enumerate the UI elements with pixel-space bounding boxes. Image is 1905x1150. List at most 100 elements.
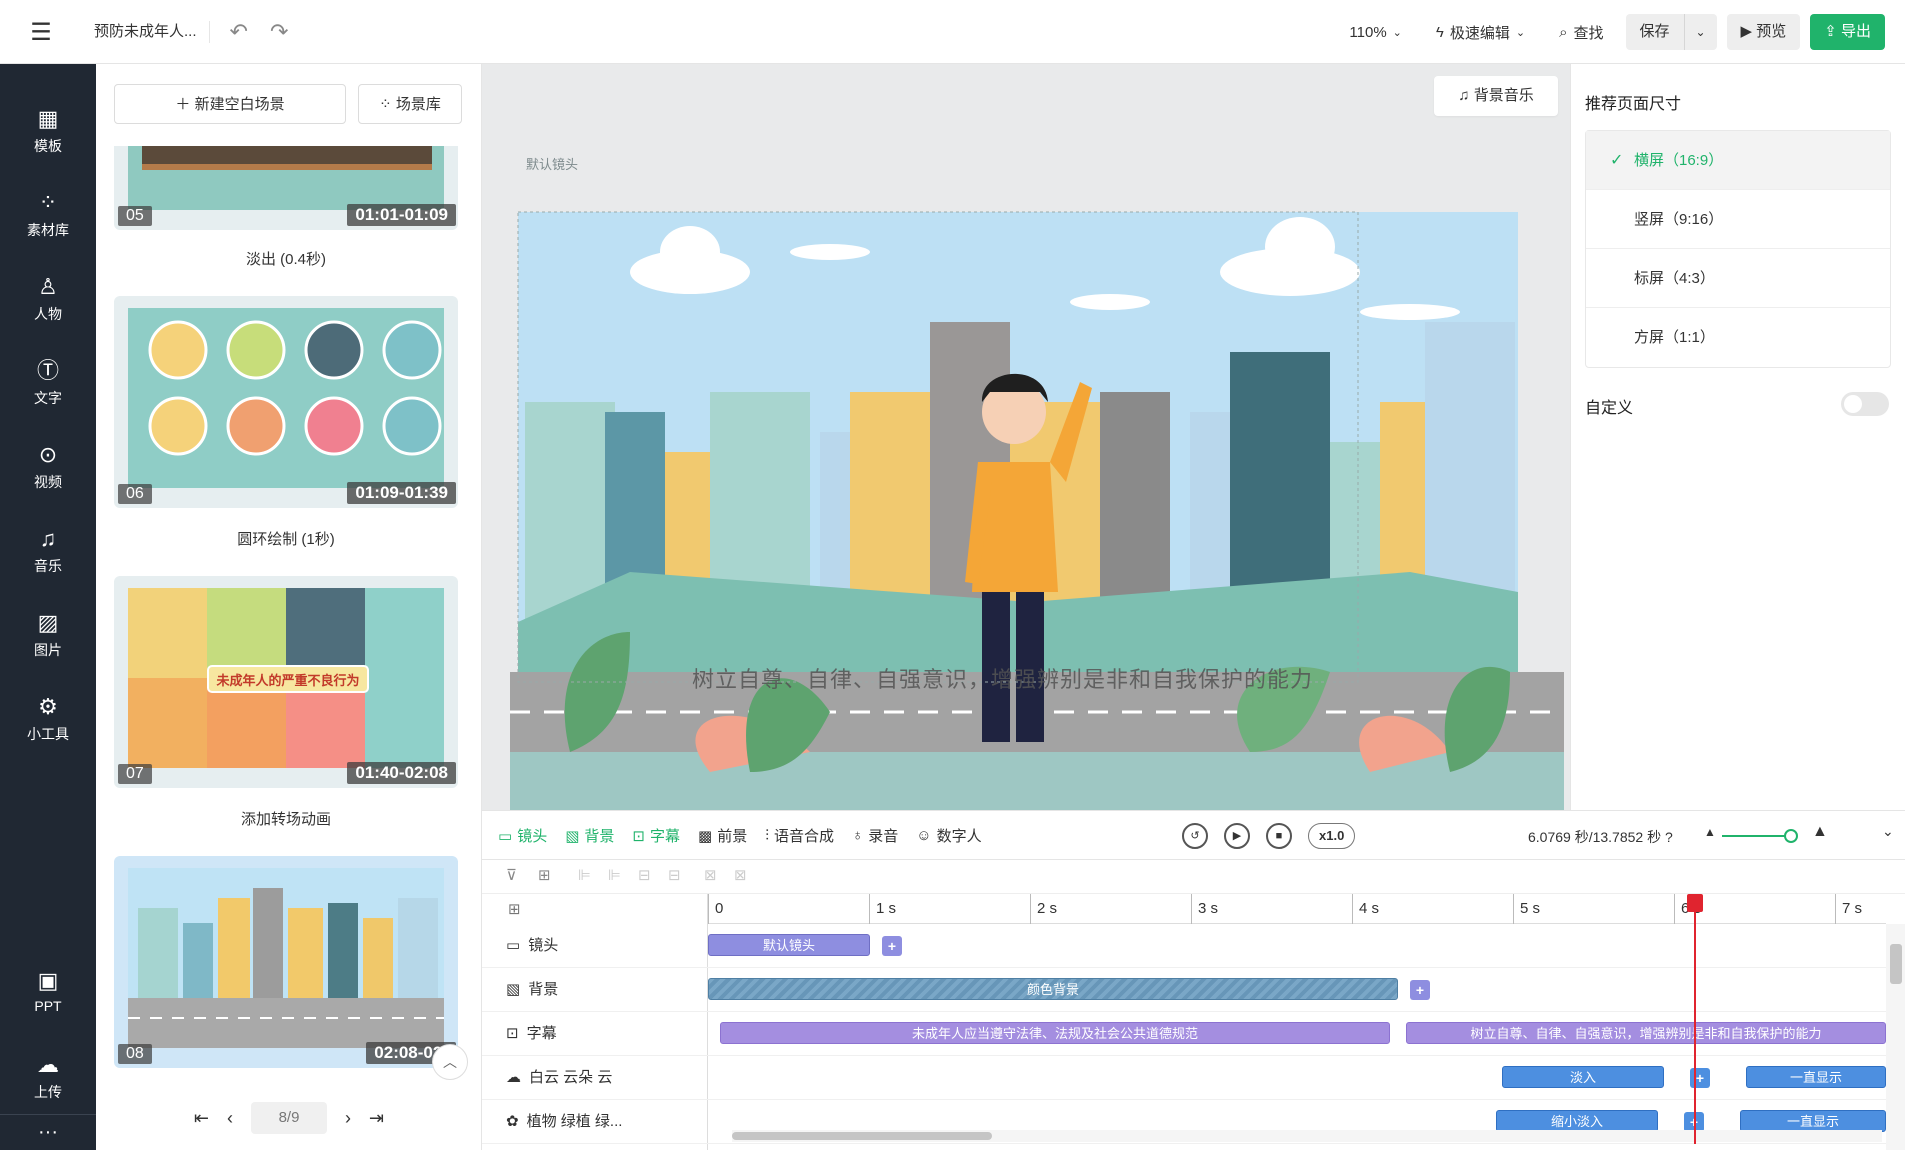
sidebar-item-template[interactable]: ▦ 模板 xyxy=(0,106,96,156)
speed-button[interactable]: x1.0 xyxy=(1308,823,1356,849)
ruler-tick: 2 s xyxy=(1030,894,1057,924)
filter-icon[interactable]: ⊽ xyxy=(506,866,517,884)
scene-illustration xyxy=(510,152,1564,810)
tab-subtitle[interactable]: ⊡ 字幕 xyxy=(632,825,680,846)
play-icon: ▶ xyxy=(1740,23,1757,40)
tab-camera[interactable]: ▭ 镜头 xyxy=(498,825,547,846)
scroll-top-button[interactable]: ︿ xyxy=(432,1044,468,1080)
transition-label[interactable]: 淡出 (0.4秒) xyxy=(114,248,458,269)
unlink-icon[interactable]: ⊠ xyxy=(734,866,747,884)
animation-segment[interactable]: 一直显示 xyxy=(1746,1066,1886,1088)
animation-segment[interactable]: 淡入 xyxy=(1502,1066,1664,1088)
tab-background[interactable]: ▧ 背景 xyxy=(565,825,614,846)
add-segment-button[interactable]: + xyxy=(882,936,902,956)
tab-record[interactable]: ♁ 录音 xyxy=(852,825,898,846)
scene-card-06[interactable]: 06 01:09-01:39 xyxy=(114,296,458,508)
collapse-icon[interactable]: ⌄ xyxy=(1882,823,1894,840)
first-page-icon[interactable]: ⇤ xyxy=(194,1108,209,1129)
undo-icon[interactable]: ↶ xyxy=(230,19,248,45)
animation-segment[interactable]: 一直显示 xyxy=(1740,1110,1886,1132)
scene-card-07[interactable]: 未成年人的严重不良行为 07 01:40-02:08 xyxy=(114,576,458,788)
time-ruler[interactable]: 0 1 s 2 s 3 s 4 s 5 s 6 s 7 s xyxy=(708,894,1886,924)
animation-segment[interactable]: 缩小淡入 xyxy=(1496,1110,1658,1132)
tab-foreground[interactable]: ▩ 前景 xyxy=(698,825,747,846)
sidebar-item-assets[interactable]: ⁘ 素材库 xyxy=(0,190,96,240)
scrollbar-thumb[interactable] xyxy=(1890,944,1902,984)
prev-page-icon[interactable]: ‹ xyxy=(227,1108,233,1129)
size-option-landscape[interactable]: ✓ 横屏（16:9） xyxy=(1586,131,1890,190)
scene-card-08[interactable]: 08 02:08-02: xyxy=(114,856,458,1068)
sidebar-item-upload[interactable]: ☁ 上传 xyxy=(0,1052,96,1102)
tab-tts[interactable]: ⫶ 语音合成 xyxy=(765,825,834,846)
tracks-icon[interactable]: ⊞ xyxy=(508,900,521,918)
edit-mode-dropdown[interactable]: ϟ 极速编辑 ⌄ xyxy=(1424,22,1537,43)
scrollbar-thumb[interactable] xyxy=(732,1132,992,1140)
group-icon[interactable]: ⊞ xyxy=(538,866,551,884)
align-left-icon[interactable]: ⊫ xyxy=(578,866,591,884)
redo-icon[interactable]: ↷ xyxy=(270,19,288,45)
scene-pager: ⇤ ‹ 8/9 › ⇥ xyxy=(96,1102,482,1134)
sidebar-item-music[interactable]: ♫ 音乐 xyxy=(0,526,96,576)
equalize-icon[interactable]: ⊟ xyxy=(668,866,681,884)
tab-digital-human[interactable]: ☺ 数字人 xyxy=(916,825,981,846)
track-label: ☁ 白云 云朵 云 xyxy=(506,1056,612,1100)
horizontal-scrollbar[interactable] xyxy=(732,1130,1882,1142)
timeline-toolbar: ▭ 镜头 ▧ 背景 ⊡ 字幕 ▩ 前景 ⫶ 语音合成 ♁ 录音 ☺ 数字人 ↺ ▶ ■ x1.… xyxy=(482,810,1905,860)
camera-icon: ▭ xyxy=(506,937,521,954)
transition-label[interactable]: 添加转场动画 xyxy=(114,808,458,829)
stage-canvas[interactable] xyxy=(510,152,1564,810)
playhead-handle[interactable] xyxy=(1687,894,1703,912)
next-page-icon[interactable]: › xyxy=(345,1108,351,1129)
replay-icon[interactable]: ↺ xyxy=(1182,823,1208,849)
menu-icon[interactable]: ☰ xyxy=(0,0,82,64)
find-button[interactable]: ⌕ 查找 xyxy=(1547,22,1615,43)
document-title[interactable]: 预防未成年人... xyxy=(82,21,210,43)
playhead[interactable] xyxy=(1687,894,1703,1144)
export-button[interactable]: ⇪ 导出 xyxy=(1810,14,1885,50)
stop-icon[interactable]: ■ xyxy=(1266,823,1292,849)
timeline-zoom-slider[interactable] xyxy=(1722,829,1798,843)
zoom-dropdown[interactable]: 110% ⌄ xyxy=(1337,24,1413,41)
distribute-icon[interactable]: ⊟ xyxy=(638,866,651,884)
size-option-square[interactable]: 方屏（1:1） xyxy=(1586,308,1890,367)
vertical-scrollbar[interactable] xyxy=(1886,924,1905,1150)
sidebar-item-person[interactable]: ♙ 人物 xyxy=(0,274,96,324)
link-icon[interactable]: ⊠ xyxy=(704,866,717,884)
custom-size-toggle[interactable] xyxy=(1841,392,1889,416)
background-segment[interactable]: 颜色背景 xyxy=(708,978,1398,1000)
scene-card-05[interactable]: 05 01:01-01:09 xyxy=(114,146,458,230)
save-dropdown-icon[interactable]: ⌄ xyxy=(1685,14,1717,50)
sidebar-item-text[interactable]: Ⓣ 文字 xyxy=(0,358,96,408)
align-right-icon[interactable]: ⊫ xyxy=(608,866,621,884)
sidebar-item-video[interactable]: ⊙ 视频 xyxy=(0,442,96,492)
slider-handle[interactable] xyxy=(1784,829,1798,843)
assets-icon: ⁘ xyxy=(38,190,58,215)
background-music-button[interactable]: ♫ 背景音乐 xyxy=(1434,76,1558,116)
help-icon[interactable]: ? xyxy=(1665,829,1673,845)
subtitle-segment[interactable]: 树立自尊、自律、自强意识，增强辨别是非和自我保护的能力 xyxy=(1406,1022,1886,1044)
size-option-portrait[interactable]: 竖屏（9:16） xyxy=(1586,190,1890,249)
left-sidebar: ▦ 模板 ⁘ 素材库 ♙ 人物 Ⓣ 文字 ⊙ 视频 ♫ 音乐 ▨ 图片 ⚙ 小工具 ▣ PPT ☁… xyxy=(0,64,96,1150)
save-button[interactable]: 保存 xyxy=(1626,14,1685,50)
scene-thumbnail xyxy=(128,146,444,210)
page-indicator[interactable]: 8/9 xyxy=(251,1102,327,1134)
sidebar-item-image[interactable]: ▨ 图片 xyxy=(0,610,96,660)
add-segment-button[interactable]: + xyxy=(1690,1068,1710,1088)
sidebar-item-tools[interactable]: ⚙ 小工具 xyxy=(0,694,96,744)
size-option-standard[interactable]: 标屏（4:3） xyxy=(1586,249,1890,308)
scene-library-button[interactable]: ⁘ 场景库 xyxy=(358,84,462,124)
canvas-subtitle[interactable]: 树立自尊、自律、自强意识，增强辨别是非和自我保护的能力 xyxy=(692,662,1313,694)
subtitle-segment[interactable]: 未成年人应当遵守法律、法规及社会公共道德规范 xyxy=(720,1022,1390,1044)
foreground-icon: ▩ xyxy=(698,827,713,845)
last-page-icon[interactable]: ⇥ xyxy=(369,1108,384,1129)
camera-segment[interactable]: 默认镜头 xyxy=(708,934,870,956)
transition-label[interactable]: 圆环绘制 (1秒) xyxy=(114,528,458,549)
add-segment-button[interactable]: + xyxy=(1410,980,1430,1000)
more-icon[interactable]: ··· xyxy=(0,1114,96,1144)
zoom-in-icon[interactable]: ▲ xyxy=(1812,823,1828,841)
play-icon[interactable]: ▶ xyxy=(1224,823,1250,849)
sidebar-item-ppt[interactable]: ▣ PPT xyxy=(0,968,96,1014)
new-blank-scene-button[interactable]: ＋ 新建空白场景 xyxy=(114,84,346,124)
preview-button[interactable]: ▶ 预览 xyxy=(1726,14,1801,50)
zoom-out-icon[interactable]: ▲ xyxy=(1704,825,1716,839)
